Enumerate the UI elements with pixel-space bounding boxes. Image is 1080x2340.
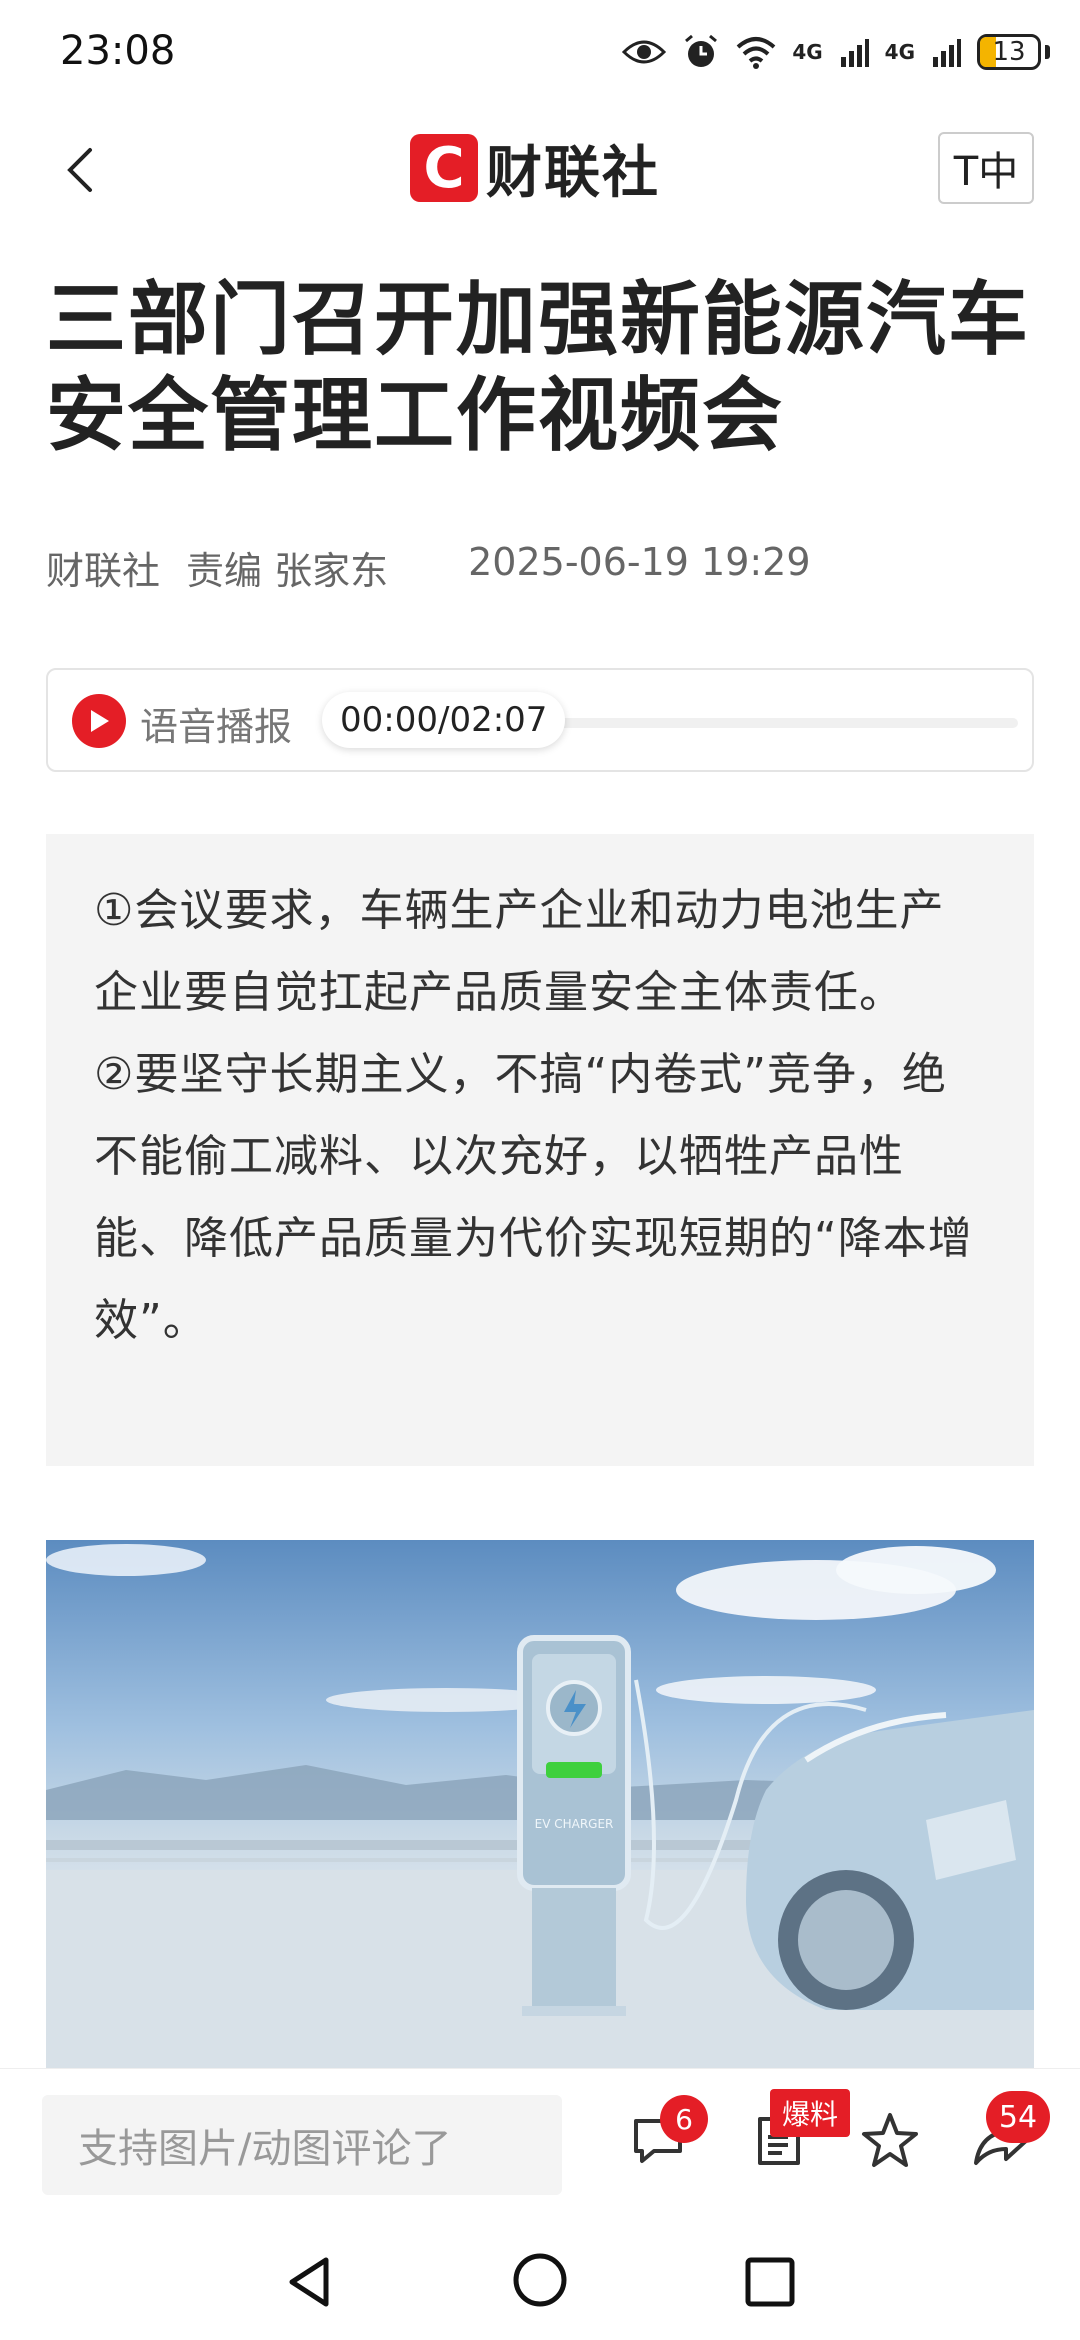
nav-back-icon[interactable] — [280, 2252, 340, 2312]
network-label-1: 4G — [792, 40, 823, 64]
logo-mark: C — [410, 134, 478, 202]
nav-home-icon[interactable] — [510, 2250, 570, 2310]
summary-point-1: ①会议要求，车辆生产企业和动力电池生产企业要自觉扛起产品质量安全主体责任。 — [94, 885, 945, 1018]
app-logo: C 财联社 — [410, 132, 660, 206]
chevron-left-icon — [67, 148, 92, 192]
signal-icon-2 — [933, 39, 961, 67]
battery-tip — [1045, 45, 1050, 59]
audio-player: 语音播报 00:00/02:07 — [46, 668, 1034, 772]
comment-count-badge: 6 — [660, 2095, 708, 2143]
back-button[interactable] — [52, 140, 112, 200]
article-title: 三部门召开加强新能源汽车安全管理工作视频会 — [46, 273, 1030, 462]
article-summary: ①会议要求，车辆生产企业和动力电池生产企业要自觉扛起产品质量安全主体责任。 ②要… — [46, 834, 1034, 1466]
status-icons: 4G 4G 13 — [622, 30, 1050, 74]
article-source[interactable]: 财联社 — [46, 540, 160, 595]
summary-point-2: ②要坚守长期主义，不搞“内卷式”竞争，绝不能偷工减料、以次充好，以牺牲产品性能、… — [94, 1049, 973, 1346]
network-label-2: 4G — [884, 40, 915, 64]
battery-icon: 13 — [977, 34, 1041, 70]
logo-text: 财联社 — [486, 140, 660, 206]
charger-label: EV CHARGER — [535, 1817, 614, 1831]
comment-input[interactable]: 支持图片/动图评论了 — [42, 2095, 562, 2195]
share-count-badge: 54 — [986, 2091, 1050, 2143]
alarm-icon — [685, 34, 718, 67]
audio-label: 语音播报 — [140, 705, 293, 749]
nav-recents-icon[interactable] — [740, 2252, 800, 2312]
play-icon — [91, 710, 109, 732]
status-bar: 23:08 4G 4G 13 — [0, 0, 1080, 100]
article-meta: 财联社 责编 张家东 2025-06-19 19:29 — [46, 540, 811, 595]
favorite-button[interactable] — [858, 2109, 922, 2173]
battery-level: 13 — [992, 37, 1026, 67]
bottom-action-bar: 支持图片/动图评论了 6 爆料 54 — [0, 2068, 1080, 2219]
article-editor: 责编 张家东 — [186, 549, 389, 593]
article-date: 2025-06-19 19:29 — [468, 540, 811, 584]
signal-icon — [840, 39, 869, 67]
audio-progress-handle[interactable]: 00:00/02:07 — [322, 692, 566, 748]
article-image[interactable]: EV CHARGER — [46, 1540, 1034, 2068]
wifi-icon — [736, 37, 776, 69]
font-size-button[interactable]: T中 — [938, 132, 1034, 204]
play-button[interactable] — [72, 694, 126, 748]
eye-icon — [622, 40, 667, 64]
report-badge: 爆料 — [770, 2089, 851, 2137]
ev-charger-illustration: EV CHARGER — [46, 1544, 1034, 2068]
status-time: 23:08 — [60, 28, 176, 74]
star-icon — [862, 2113, 918, 2167]
system-nav-bar — [0, 2218, 1080, 2340]
audio-time: 00:00/02:07 — [340, 700, 548, 740]
